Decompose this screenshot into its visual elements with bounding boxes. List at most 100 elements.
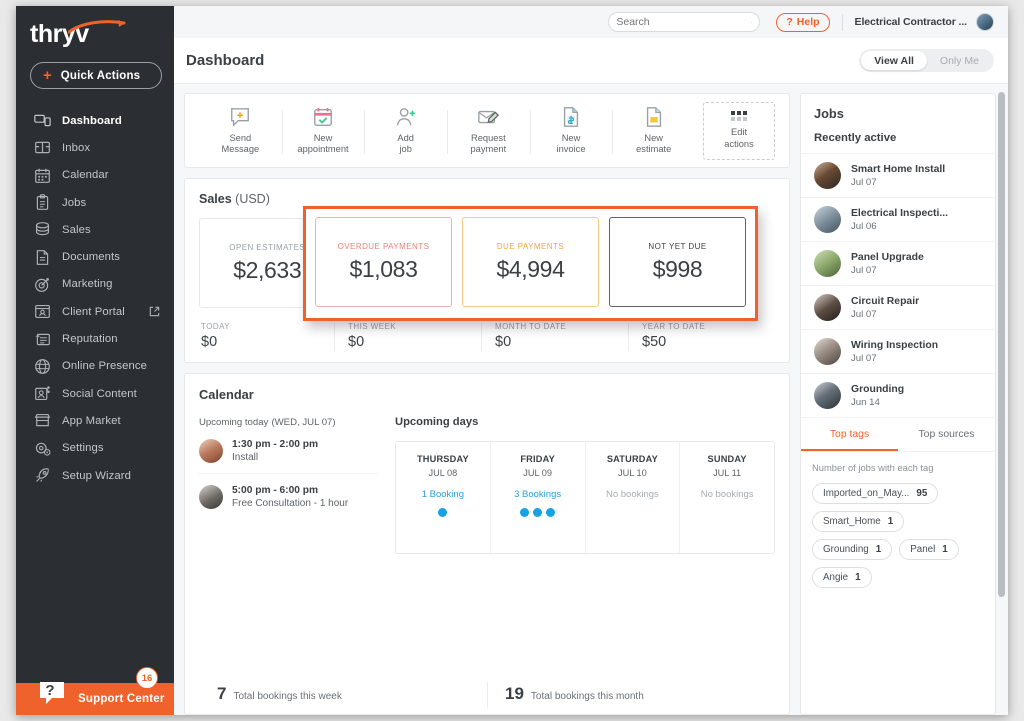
day-bookings-link[interactable]: 3 Bookings — [495, 489, 581, 500]
tag-chip[interactable]: Smart_Home 1 — [812, 511, 905, 532]
job-name: Circuit Repair — [851, 295, 920, 307]
target-icon — [35, 277, 49, 292]
job-list-item[interactable]: Smart Home Install Jul 07 — [801, 153, 995, 197]
sales-card-not-yet-due[interactable]: NOT YET DUE $998 — [609, 217, 746, 307]
invoice-icon — [563, 106, 579, 127]
appointment-item[interactable]: 5:00 pm - 6:00 pm Free Consultation - 1 … — [199, 473, 377, 519]
search-box[interactable] — [608, 12, 761, 32]
user-plus-icon — [396, 107, 415, 125]
svg-text:?: ? — [45, 682, 54, 699]
quick-action-label: New — [313, 132, 333, 143]
sidebar-item-app-market[interactable]: App Market — [16, 407, 174, 434]
sidebar-item-calendar[interactable]: Calendar — [16, 162, 174, 189]
account-name[interactable]: Electrical Contractor ... — [855, 16, 968, 28]
sales-stat-month-to-date: MONTH TO DATE $0 — [481, 322, 628, 351]
content-area: Send Message New appointment Add job Reques… — [174, 84, 1008, 715]
job-list-item[interactable]: Grounding Jun 14 — [801, 373, 995, 417]
job-date: Jul 07 — [851, 352, 877, 364]
sales-card-label: DUE PAYMENTS — [496, 241, 565, 251]
search-input[interactable] — [616, 16, 752, 28]
sidebar-item-online-presence[interactable]: Online Presence — [16, 353, 174, 380]
quick-action-request-payment[interactable]: Request payment — [447, 106, 530, 156]
sales-card-label: OVERDUE PAYMENTS — [337, 241, 430, 251]
calendar-body: Upcoming today (WED, JUL 07) 1:30 pm - 2… — [199, 416, 775, 554]
tags-note: Number of jobs with each tag — [812, 462, 934, 473]
day-name: SATURDAY — [606, 454, 658, 464]
tab-top-tags[interactable]: Top tags — [801, 418, 898, 451]
sidebar-item-setup-wizard[interactable]: Setup Wizard — [16, 462, 174, 489]
sales-card-label: NOT YET DUE — [648, 241, 707, 251]
job-date: Jul 07 — [851, 308, 877, 320]
toggle-view-all[interactable]: View All — [861, 51, 927, 70]
upcoming-today-section: Upcoming today (WED, JUL 07) 1:30 pm - 2… — [199, 416, 377, 554]
quick-action-new-estimate[interactable]: New estimate — [612, 106, 695, 156]
edit-actions-button[interactable]: Edit actions — [703, 101, 776, 160]
tag-chip[interactable]: Imported_on_May... 95 — [812, 483, 939, 504]
appointment-item[interactable]: 1:30 pm - 2:00 pm Install — [199, 428, 377, 473]
sidebar-item-label: App Market — [62, 414, 121, 427]
search-icon[interactable] — [751, 17, 753, 28]
day-bookings-text: No bookings — [700, 489, 754, 500]
day-bookings-link[interactable]: 1 Booking — [400, 489, 486, 500]
portal-icon — [35, 305, 50, 319]
sidebar-item-sales[interactable]: Sales — [16, 216, 174, 243]
quick-action-new-invoice[interactable]: New invoice — [529, 106, 613, 156]
job-list-item[interactable]: Circuit Repair Jul 07 — [801, 285, 995, 329]
help-bubble-icon: ? — [40, 682, 64, 704]
calendar-totals: 7 Total bookings this week 19 Total book… — [199, 676, 775, 708]
sales-card-overdue-payments[interactable]: OVERDUE PAYMENTS $1,083 — [315, 217, 452, 307]
sidebar-item-marketing[interactable]: Marketing — [16, 271, 174, 298]
sidebar-item-jobs[interactable]: Jobs — [16, 189, 174, 216]
day-column-friday: FRIDAY JUL 09 3 Bookings — [489, 442, 585, 553]
support-center-button[interactable]: ? Support Center 16 — [16, 667, 174, 715]
avatar — [199, 485, 223, 509]
tag-chip[interactable]: Angie 1 — [812, 567, 872, 588]
sidebar-item-settings[interactable]: Settings — [16, 435, 174, 462]
sales-title-text: Sales — [199, 192, 232, 206]
total-label: Total bookings this week — [233, 691, 342, 702]
avatar — [814, 206, 841, 233]
sidebar-item-documents[interactable]: Documents — [16, 243, 174, 270]
stat-label: THIS WEEK — [348, 322, 397, 331]
tag-chip[interactable]: Grounding 1 — [812, 539, 893, 560]
sidebar-item-client-portal[interactable]: Client Portal — [16, 298, 174, 325]
jobs-tabs: Top tags Top sources — [801, 417, 995, 451]
quick-action-label: Send — [229, 132, 252, 143]
sidebar-item-inbox[interactable]: Inbox — [16, 134, 174, 161]
page-scrollbar[interactable] — [998, 92, 1005, 597]
help-label: Help — [796, 16, 820, 28]
jobs-title: Jobs — [814, 106, 844, 121]
day-bookings-text: No bookings — [605, 489, 659, 500]
sales-card-due-payments[interactable]: DUE PAYMENTS $4,994 — [462, 217, 599, 307]
stat-value: $0 — [348, 334, 365, 350]
job-list-item[interactable]: Panel Upgrade Jul 07 — [801, 241, 995, 285]
jobs-header: Jobs Recently active — [801, 94, 995, 153]
sidebar-item-reputation[interactable]: Reputation — [16, 325, 174, 352]
appointment-desc: Install — [232, 452, 259, 463]
tab-top-sources[interactable]: Top sources — [898, 418, 995, 451]
day-column-saturday: SATURDAY JUL 10 No bookings — [584, 442, 680, 553]
quick-action-send-message[interactable]: Send Message — [199, 106, 282, 156]
quick-action-add-job[interactable]: Add job — [364, 106, 447, 156]
sidebar-item-dashboard[interactable]: Dashboard — [16, 107, 174, 134]
job-list-item[interactable]: Electrical Inspecti... Jul 06 — [801, 197, 995, 241]
quick-actions-label: Quick Actions — [60, 69, 141, 82]
sidebar-item-label: Online Presence — [62, 360, 148, 373]
edit-actions-label: Edit — [731, 127, 748, 137]
sidebar-item-label: Social Content — [62, 387, 137, 400]
day-date: JUL 11 — [713, 468, 742, 478]
message-plus-icon — [231, 107, 250, 127]
job-list-item[interactable]: Wiring Inspection Jul 07 — [801, 329, 995, 373]
quick-actions-button[interactable]: + Quick Actions — [30, 62, 162, 89]
quick-action-new-appointment[interactable]: New appointment — [281, 106, 365, 156]
stat-value: $50 — [642, 334, 667, 350]
avatar[interactable] — [976, 13, 994, 31]
tag-chip[interactable]: Panel 1 — [899, 539, 959, 560]
thryv-logo[interactable]: thryv — [16, 6, 174, 56]
sidebar-item-social-content[interactable]: Social Content — [16, 380, 174, 407]
help-button[interactable]: ? Help — [776, 12, 830, 32]
grid-dots-icon — [731, 111, 748, 121]
toggle-only-me[interactable]: Only Me — [927, 51, 992, 70]
stat-value: $0 — [495, 334, 512, 350]
sidebar-item-label: Documents — [62, 251, 121, 264]
